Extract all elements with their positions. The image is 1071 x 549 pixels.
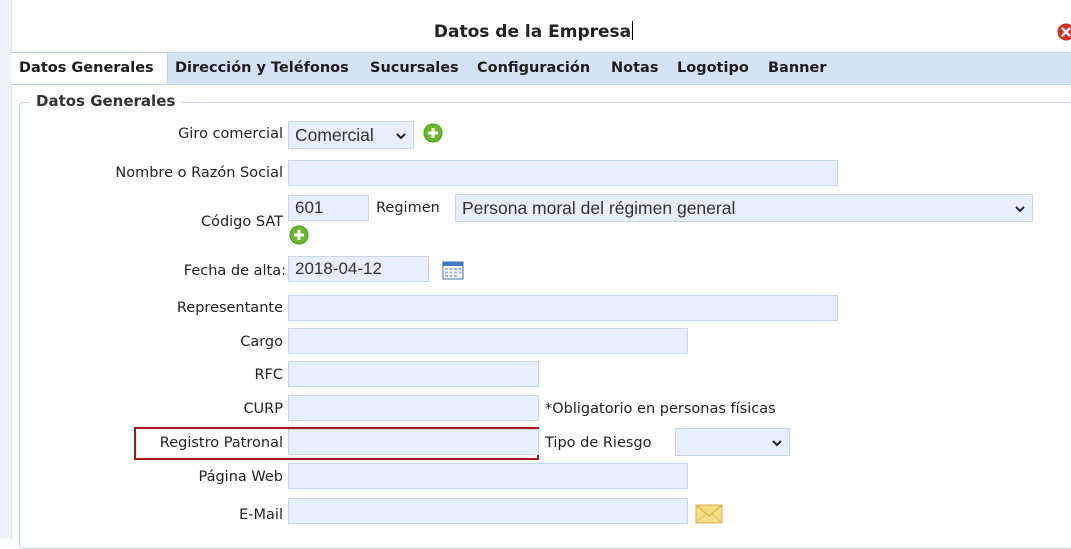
representante-label: Representante — [177, 300, 283, 316]
registro-patronal-input[interactable] — [288, 429, 539, 455]
codigo-sat-input[interactable]: 601 — [288, 195, 369, 221]
rfc-input[interactable] — [288, 361, 539, 387]
regimen-label: Regimen — [376, 200, 440, 216]
codigo-sat-label: Código SAT — [201, 214, 283, 230]
curp-input[interactable] — [288, 395, 539, 421]
regimen-select[interactable]: Persona moral del régimen general — [455, 194, 1033, 222]
curp-note: *Obligatorio en personas físicas — [545, 401, 776, 417]
registro-patronal-label: Registro Patronal — [160, 435, 283, 451]
chevron-down-icon — [395, 130, 407, 142]
dialog-title-text: Datos de la Empresa — [434, 22, 631, 42]
company-data-dialog: Datos de la Empresa Datos Generales Dire… — [0, 0, 1071, 539]
fieldset-legend: Datos Generales — [30, 92, 181, 110]
text-caret — [632, 21, 633, 40]
cargo-input[interactable] — [288, 328, 688, 354]
fecha-alta-label: Fecha de alta: — [184, 263, 286, 279]
regimen-value: Persona moral del régimen general — [462, 198, 735, 218]
calendar-icon[interactable] — [442, 260, 464, 280]
tab-datos-generales[interactable]: Datos Generales — [11, 53, 168, 84]
tab-strip: Datos Generales Dirección y Teléfonos Su… — [11, 52, 1071, 85]
chevron-down-icon — [1014, 203, 1026, 215]
add-codigo-sat-icon[interactable] — [289, 225, 309, 245]
tab-direccion-telefonos[interactable]: Dirección y Teléfonos — [175, 53, 349, 84]
chevron-down-icon — [771, 437, 783, 449]
rfc-label: RFC — [254, 367, 283, 383]
pagina-web-input[interactable] — [288, 463, 688, 489]
mail-icon[interactable] — [695, 503, 723, 525]
tab-banner[interactable]: Banner — [768, 53, 826, 84]
close-icon[interactable] — [1057, 23, 1071, 41]
tab-sucursales[interactable]: Sucursales — [370, 53, 459, 84]
tipo-riesgo-label: Tipo de Riesgo — [545, 435, 652, 451]
pagina-web-label: Página Web — [198, 469, 283, 485]
cargo-label: Cargo — [240, 334, 283, 350]
dialog-title: Datos de la Empresa — [11, 17, 1056, 47]
tab-notas[interactable]: Notas — [611, 53, 658, 84]
tab-configuracion[interactable]: Configuración — [477, 53, 590, 84]
nombre-label: Nombre o Razón Social — [115, 165, 283, 181]
giro-value: Comercial — [295, 125, 374, 145]
email-label: E-Mail — [239, 507, 283, 523]
tab-logotipo[interactable]: Logotipo — [677, 53, 749, 84]
add-giro-icon[interactable] — [423, 123, 443, 143]
email-input[interactable] — [288, 498, 688, 524]
giro-label: Giro comercial — [178, 126, 283, 142]
curp-label: CURP — [243, 401, 283, 417]
nombre-input[interactable] — [288, 160, 838, 186]
fecha-alta-input[interactable]: 2018-04-12 — [288, 256, 429, 282]
giro-select[interactable]: Comercial — [288, 121, 414, 149]
representante-input[interactable] — [288, 295, 838, 321]
tipo-riesgo-select[interactable] — [675, 428, 790, 456]
